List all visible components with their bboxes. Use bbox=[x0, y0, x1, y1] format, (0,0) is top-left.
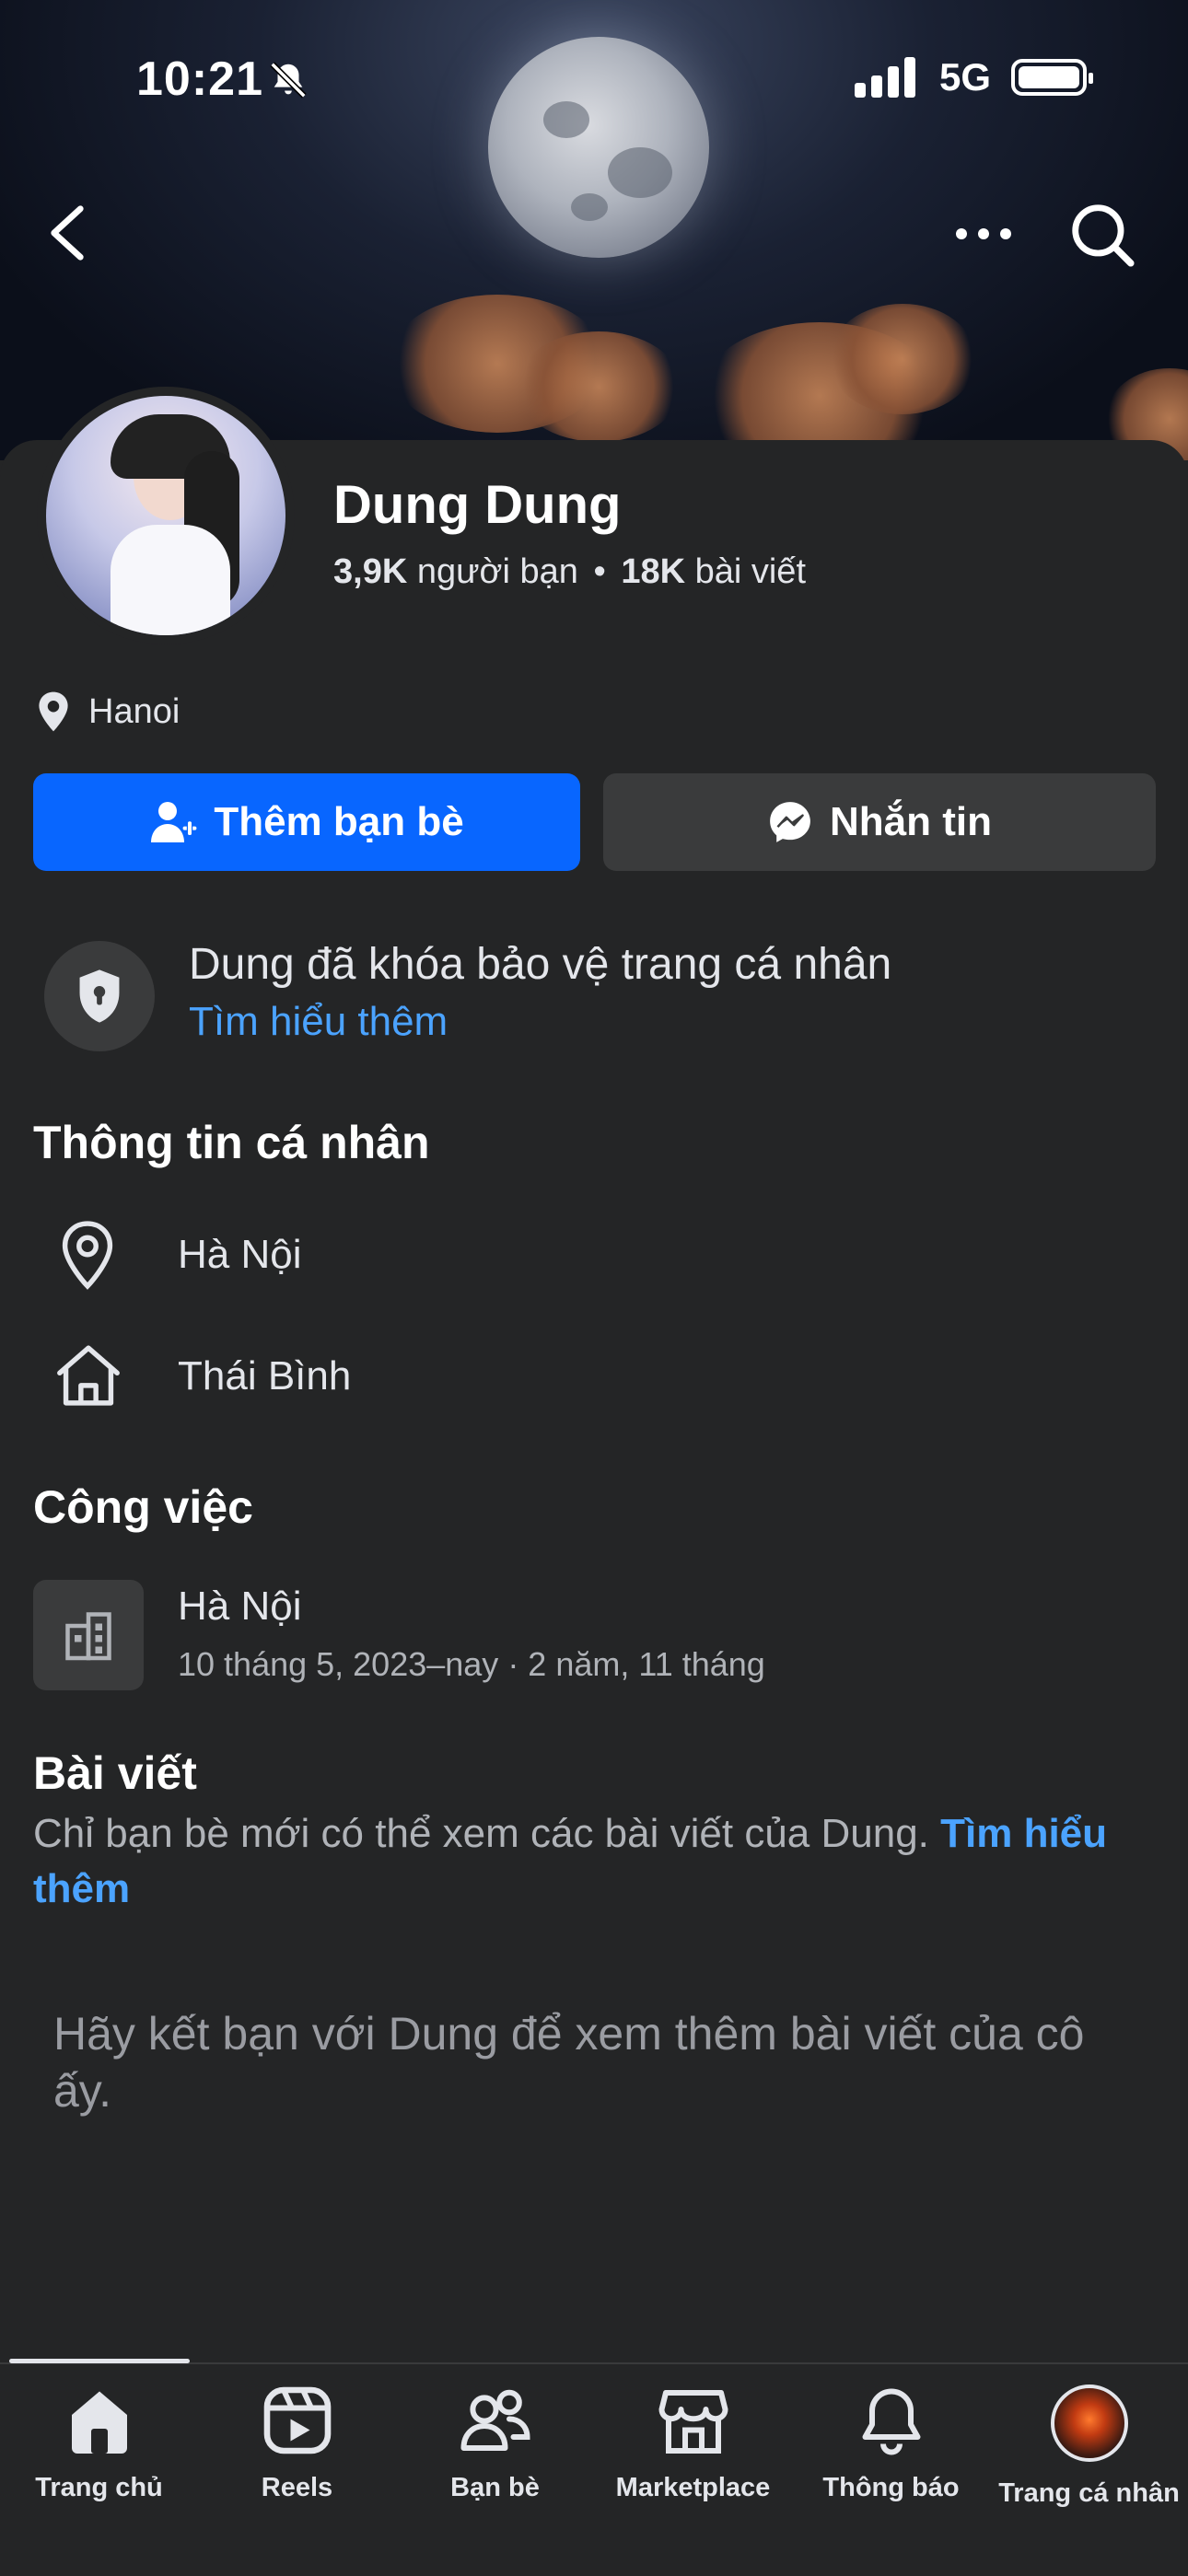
learn-more-link[interactable]: Tìm hiểu thêm bbox=[189, 999, 448, 1045]
profile-avatar bbox=[1050, 2385, 1128, 2462]
add-friend-icon bbox=[151, 802, 198, 842]
bell-icon bbox=[862, 2388, 920, 2455]
message-label: Nhắn tin bbox=[830, 799, 992, 844]
message-button[interactable]: Nhắn tin bbox=[603, 773, 1156, 871]
posts-heading: Bài viết bbox=[33, 1747, 197, 1799]
location-text: Hanoi bbox=[88, 691, 181, 731]
current-city: Hà Nội bbox=[178, 1232, 302, 1277]
profile-lock-text: Dung đã khóa bảo vệ trang cá nhân bbox=[189, 940, 892, 989]
nav-label-notifications: Thông báo bbox=[822, 2473, 960, 2502]
moon-crater bbox=[608, 147, 672, 198]
hometown: Thái Bình bbox=[178, 1353, 352, 1398]
nav-item-friends[interactable]: Bạn bè bbox=[396, 2385, 594, 2503]
location-outline-icon bbox=[62, 1221, 113, 1290]
friends-count: 3,9K bbox=[333, 552, 408, 591]
location-row: Hanoi bbox=[35, 690, 180, 733]
work-icon-box bbox=[33, 1580, 144, 1690]
nav-label-profile: Trang cá nhân bbox=[998, 2478, 1180, 2508]
moon-illustration bbox=[488, 37, 709, 258]
add-friend-hint: Hãy kết bạn với Dung để xem thêm bài viế… bbox=[53, 2008, 1085, 2117]
nav-label-friends: Bạn bè bbox=[450, 2473, 540, 2502]
network-type: 5G bbox=[938, 55, 991, 99]
mute-bell-icon bbox=[270, 62, 307, 99]
add-friend-button[interactable]: Thêm bạn bè bbox=[33, 773, 580, 871]
posts-description: Chỉ bạn bè mới có thể xem các bài viết c… bbox=[33, 1811, 941, 1856]
work-duration: 10 tháng 5, 2023–nay · 2 năm, 11 tháng bbox=[178, 1645, 765, 1683]
friends-icon bbox=[460, 2389, 530, 2451]
profile-lock-badge bbox=[44, 941, 155, 1051]
add-friend-label: Thêm bạn bè bbox=[214, 799, 464, 844]
stats-separator: • bbox=[593, 552, 606, 591]
location-pin-icon bbox=[39, 691, 68, 732]
home-icon bbox=[71, 2391, 127, 2454]
active-tab-indicator bbox=[9, 2359, 190, 2363]
cloud bbox=[516, 331, 681, 442]
avatar[interactable] bbox=[46, 396, 285, 635]
nav-label-marketplace: Marketplace bbox=[615, 2473, 771, 2502]
nav-item-notifications[interactable]: Thông báo bbox=[792, 2385, 990, 2503]
nav-label-reels: Reels bbox=[261, 2473, 333, 2502]
posts-privacy-text: Chỉ bạn bè mới có thể xem các bài viết c… bbox=[33, 1806, 1157, 1917]
cloud bbox=[829, 304, 976, 414]
battery-icon bbox=[1011, 59, 1093, 96]
building-icon bbox=[65, 1612, 111, 1661]
signal-icon bbox=[854, 57, 915, 98]
more-options-icon[interactable] bbox=[953, 225, 1014, 243]
shield-lock-icon bbox=[79, 969, 120, 1023]
nav-item-profile[interactable]: Trang cá nhân bbox=[990, 2385, 1188, 2509]
avatar-dress bbox=[111, 525, 230, 635]
moon-crater bbox=[543, 101, 589, 138]
nav-item-home[interactable]: Trang chủ bbox=[0, 2385, 198, 2503]
profile-stats: 3,9K người bạn • 18K bài viết bbox=[333, 552, 806, 592]
work-place: Hà Nội bbox=[178, 1584, 302, 1629]
reels-icon bbox=[263, 2386, 331, 2454]
posts-count: 18K bbox=[621, 552, 686, 591]
back-arrow-icon[interactable] bbox=[44, 204, 90, 261]
work-heading: Công việc bbox=[33, 1481, 253, 1533]
nav-label-home: Trang chủ bbox=[35, 2473, 163, 2502]
marketplace-icon bbox=[658, 2390, 728, 2454]
status-time: 10:21 bbox=[136, 52, 263, 106]
posts-label: bài viết bbox=[694, 552, 806, 591]
nav-item-marketplace[interactable]: Marketplace bbox=[594, 2385, 792, 2503]
home-outline-icon bbox=[57, 1345, 120, 1406]
friends-label: người bạn bbox=[416, 552, 578, 591]
personal-info-heading: Thông tin cá nhân bbox=[33, 1117, 430, 1168]
profile-name: Dung Dung bbox=[333, 475, 622, 535]
nav-item-reels[interactable]: Reels bbox=[198, 2385, 396, 2503]
messenger-icon bbox=[770, 802, 810, 842]
moon-crater bbox=[571, 193, 608, 221]
search-icon[interactable] bbox=[1068, 201, 1136, 269]
status-indicators: 5G bbox=[854, 55, 1093, 99]
